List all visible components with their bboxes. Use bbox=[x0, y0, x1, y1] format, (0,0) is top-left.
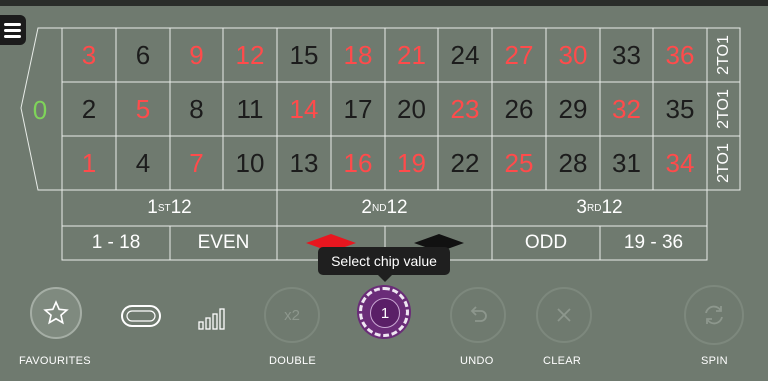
racetrack-icon bbox=[121, 305, 161, 327]
number-cell[interactable]: 15 bbox=[277, 28, 331, 82]
number-cell[interactable]: 33 bbox=[600, 28, 653, 82]
zero-cell[interactable]: 0 bbox=[30, 94, 50, 126]
undo-label: UNDO bbox=[460, 355, 494, 367]
number-cell[interactable]: 35 bbox=[653, 82, 707, 136]
number-cell[interactable]: 12 bbox=[223, 28, 277, 82]
racetrack-button[interactable] bbox=[120, 303, 162, 329]
number-cell[interactable]: 19 bbox=[385, 136, 438, 190]
high-bet[interactable]: 19 - 36 bbox=[600, 226, 707, 260]
double-label: DOUBLE bbox=[269, 355, 317, 367]
dozen-number: 2 bbox=[361, 197, 372, 218]
number-cell[interactable]: 9 bbox=[170, 28, 223, 82]
statistics-button[interactable] bbox=[196, 303, 232, 331]
number-cell[interactable]: 30 bbox=[546, 28, 600, 82]
chip-value: 1 bbox=[370, 298, 400, 328]
number-cell[interactable]: 2 bbox=[62, 82, 116, 136]
column-bet-middle[interactable]: 2TO1 bbox=[707, 82, 740, 136]
spin-icon bbox=[705, 305, 723, 325]
column-bet-top[interactable]: 2TO1 bbox=[707, 28, 740, 82]
chip-tooltip: Select chip value bbox=[318, 247, 450, 282]
number-cell[interactable]: 36 bbox=[653, 28, 707, 82]
low-bet[interactable]: 1 - 18 bbox=[62, 226, 170, 260]
dozen-ordinal: ST bbox=[157, 202, 171, 214]
number-cell[interactable]: 26 bbox=[492, 82, 546, 136]
number-cell[interactable]: 20 bbox=[385, 82, 438, 136]
column-bet-label: 2TO1 bbox=[714, 35, 732, 75]
number-cell[interactable]: 11 bbox=[223, 82, 277, 136]
number-cell[interactable]: 1 bbox=[62, 136, 116, 190]
chip-selector[interactable]: 1 bbox=[359, 287, 409, 337]
bar-chart-icon bbox=[198, 308, 225, 330]
dozen-label: 12 bbox=[386, 197, 408, 218]
clear-label: CLEAR bbox=[543, 355, 582, 367]
number-cell[interactable]: 16 bbox=[331, 136, 385, 190]
dozen-number: 3 bbox=[576, 197, 587, 218]
number-cell[interactable]: 5 bbox=[116, 82, 170, 136]
star-icon bbox=[43, 300, 69, 325]
spin-button[interactable] bbox=[684, 285, 744, 345]
column-bet-bottom[interactable]: 2TO1 bbox=[707, 136, 740, 190]
undo-button[interactable] bbox=[450, 287, 506, 343]
number-cell[interactable]: 17 bbox=[331, 82, 385, 136]
number-cell[interactable]: 32 bbox=[600, 82, 653, 136]
dozen-bet-first[interactable]: 1 ST 12 bbox=[62, 190, 277, 226]
number-cell[interactable]: 18 bbox=[331, 28, 385, 82]
number-cell[interactable]: 23 bbox=[438, 82, 492, 136]
dozen-ordinal: ND bbox=[371, 202, 387, 214]
roulette-table: 0 3 6 9 12 15 18 21 24 27 30 33 36 2 5 8 11 14 17 20 23 26 29… bbox=[0, 0, 768, 262]
column-bet-label: 2TO1 bbox=[714, 89, 732, 129]
number-cell[interactable]: 13 bbox=[277, 136, 331, 190]
number-cell[interactable]: 7 bbox=[170, 136, 223, 190]
odd-bet[interactable]: ODD bbox=[492, 226, 600, 260]
dozen-bet-second[interactable]: 2 ND 12 bbox=[277, 190, 492, 226]
even-bet[interactable]: EVEN bbox=[170, 226, 277, 260]
dozen-number: 1 bbox=[147, 197, 158, 218]
number-cell[interactable]: 28 bbox=[546, 136, 600, 190]
number-cell[interactable]: 25 bbox=[492, 136, 546, 190]
number-cell[interactable]: 29 bbox=[546, 82, 600, 136]
double-icon: x2 bbox=[284, 306, 300, 324]
favourites-label: FAVOURITES bbox=[19, 355, 91, 367]
dozen-bet-third[interactable]: 3 RD 12 bbox=[492, 190, 707, 226]
spin-label: SPIN bbox=[701, 355, 728, 367]
number-cell[interactable]: 31 bbox=[600, 136, 653, 190]
number-cell[interactable]: 3 bbox=[62, 28, 116, 82]
dozen-label: 12 bbox=[170, 197, 192, 218]
number-cell[interactable]: 6 bbox=[116, 28, 170, 82]
close-icon bbox=[557, 308, 571, 322]
clear-button[interactable] bbox=[536, 287, 592, 343]
number-cell[interactable]: 8 bbox=[170, 82, 223, 136]
number-cell[interactable]: 22 bbox=[438, 136, 492, 190]
double-button[interactable]: x2 bbox=[264, 287, 320, 343]
number-cell[interactable]: 34 bbox=[653, 136, 707, 190]
number-cell[interactable]: 10 bbox=[223, 136, 277, 190]
favourites-button[interactable] bbox=[30, 287, 82, 339]
undo-icon bbox=[470, 306, 487, 322]
number-cell[interactable]: 14 bbox=[277, 82, 331, 136]
number-cell[interactable]: 27 bbox=[492, 28, 546, 82]
column-bet-label: 2TO1 bbox=[714, 143, 732, 183]
number-cell[interactable]: 4 bbox=[116, 136, 170, 190]
number-cell[interactable]: 24 bbox=[438, 28, 492, 82]
dozen-label: 12 bbox=[601, 197, 623, 218]
number-cell[interactable]: 21 bbox=[385, 28, 438, 82]
dozen-ordinal: RD bbox=[586, 202, 602, 214]
